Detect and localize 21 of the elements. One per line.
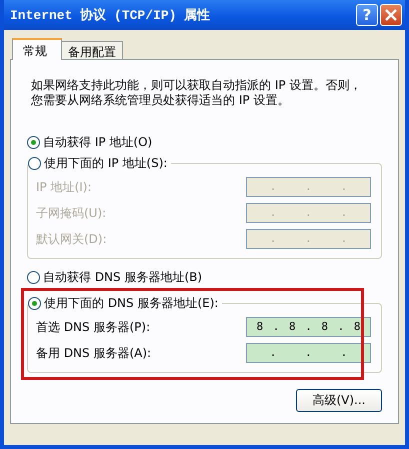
intro-text: 如果网络支持此功能，则可以获取自动指派的 IP 设置。否则，: [31, 78, 362, 93]
intro-text: 您需要从网络系统管理员处获得适当的 IP 设置。: [31, 93, 290, 108]
field-label: 备用 DNS 服务器(A):: [36, 344, 152, 362]
window-title: Internet 协议 (TCP/IP) 属性: [10, 6, 210, 24]
field-label: IP 地址(I):: [36, 178, 92, 196]
advanced-button[interactable]: 高级(V)...: [296, 389, 382, 412]
close-button[interactable]: [380, 4, 402, 26]
ip-address-field[interactable]: . . .: [246, 343, 371, 363]
tab[interactable]: 常规: [12, 38, 62, 60]
radio-button[interactable]: [28, 157, 41, 170]
radio-button[interactable]: [28, 297, 41, 310]
close-icon: [385, 9, 397, 21]
radio-button[interactable]: [27, 136, 40, 149]
radio-button[interactable]: [27, 271, 40, 284]
help-button[interactable]: ?: [356, 4, 378, 26]
radio-label: 自动获得 IP 地址(O): [43, 134, 152, 151]
tab[interactable]: 备用配置: [61, 41, 123, 59]
field-label: 子网掩码(U):: [36, 204, 106, 222]
ip-address-field[interactable]: 8 . 8 . 8 . 8: [246, 317, 371, 337]
field-label: 默认网关(D):: [36, 230, 107, 248]
field-label: 首选 DNS 服务器(P):: [36, 318, 150, 336]
